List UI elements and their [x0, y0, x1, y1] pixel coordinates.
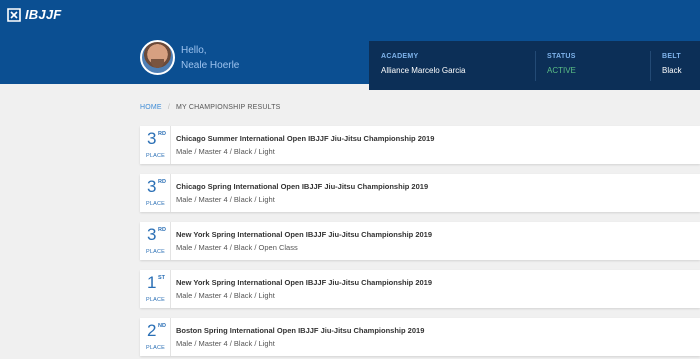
breadcrumb-home-link[interactable]: HOME: [140, 104, 162, 111]
status-field: STATUS ACTIVE: [547, 53, 576, 75]
breadcrumb-separator: /: [167, 104, 170, 111]
championship-title: Chicago Summer International Open IBJJF …: [176, 134, 435, 143]
division-text: Male / Master 4 / Black / Open Class: [176, 243, 298, 252]
division-text: Male / Master 4 / Black / Light: [176, 339, 275, 348]
championship-title: New York Spring International Open IBJJF…: [176, 278, 433, 287]
championship-title: New York Spring International Open IBJJF…: [176, 230, 433, 239]
member-info-panel: ACADEMY Alliance Marcelo Garcia STATUS A…: [369, 41, 700, 90]
result-card[interactable]: 1 ST PLACE New York Spring International…: [140, 270, 700, 308]
championship-title: Chicago Spring International Open IBJJF …: [176, 182, 429, 191]
championship-title: Boston Spring International Open IBJJF J…: [176, 326, 425, 335]
user-greeting: Hello, Neale Hoerle: [181, 43, 239, 73]
place-suffix: RD: [158, 131, 166, 137]
belt-field: BELT Black: [662, 53, 682, 75]
place-word: PLACE: [145, 153, 166, 159]
breadcrumb: HOME / MY CHAMPIONSHIP RESULTS: [140, 104, 281, 111]
place-badge: 3 RD PLACE: [140, 222, 171, 260]
status-value: ACTIVE: [547, 66, 576, 75]
result-card[interactable]: 3 RD PLACE Chicago Summer International …: [140, 126, 700, 164]
place-word: PLACE: [145, 297, 166, 303]
division-text: Male / Master 4 / Black / Light: [176, 291, 275, 300]
place-number: 3: [147, 225, 157, 244]
place-word: PLACE: [145, 201, 166, 207]
division-text: Male / Master 4 / Black / Light: [176, 195, 275, 204]
place-number: 3: [147, 129, 157, 148]
place-word: PLACE: [145, 249, 166, 255]
place-number: 3: [147, 177, 157, 196]
divider: [535, 51, 536, 81]
place-number: 2: [147, 321, 157, 340]
academy-label: ACADEMY: [381, 53, 419, 60]
place-word: PLACE: [145, 345, 166, 351]
ibjjf-logo[interactable]: IBJJF: [6, 7, 61, 22]
result-card[interactable]: 3 RD PLACE Chicago Spring International …: [140, 174, 700, 212]
academy-field: ACADEMY Alliance Marcelo Garcia: [381, 53, 465, 75]
divider: [650, 51, 651, 81]
avatar[interactable]: [140, 40, 175, 75]
place-number: 1: [147, 273, 157, 292]
place-suffix: RD: [158, 179, 166, 185]
belt-value: Black: [662, 66, 682, 75]
place-suffix: ST: [158, 275, 166, 281]
breadcrumb-current: MY CHAMPIONSHIP RESULTS: [175, 104, 281, 111]
division-text: Male / Master 4 / Black / Light: [176, 147, 275, 156]
academy-value: Alliance Marcelo Garcia: [381, 66, 466, 75]
place-badge: 1 ST PLACE: [140, 270, 171, 308]
place-suffix: RD: [158, 227, 166, 233]
place-suffix: ND: [158, 323, 166, 329]
logo-text: IBJJF: [25, 7, 62, 22]
result-card[interactable]: 2 ND PLACE Boston Spring International O…: [140, 318, 700, 356]
place-badge: 3 RD PLACE: [140, 174, 171, 212]
results-list: 3 RD PLACE Chicago Summer International …: [140, 126, 700, 359]
place-badge: 3 RD PLACE: [140, 126, 171, 164]
place-badge: 2 ND PLACE: [140, 318, 171, 356]
logo-mark-icon: [7, 7, 21, 22]
belt-label: BELT: [662, 53, 681, 60]
user-name: Neale Hoerle: [181, 60, 240, 71]
result-card[interactable]: 3 RD PLACE New York Spring International…: [140, 222, 700, 260]
status-label: STATUS: [547, 53, 576, 60]
greeting-text: Hello,: [181, 45, 207, 56]
